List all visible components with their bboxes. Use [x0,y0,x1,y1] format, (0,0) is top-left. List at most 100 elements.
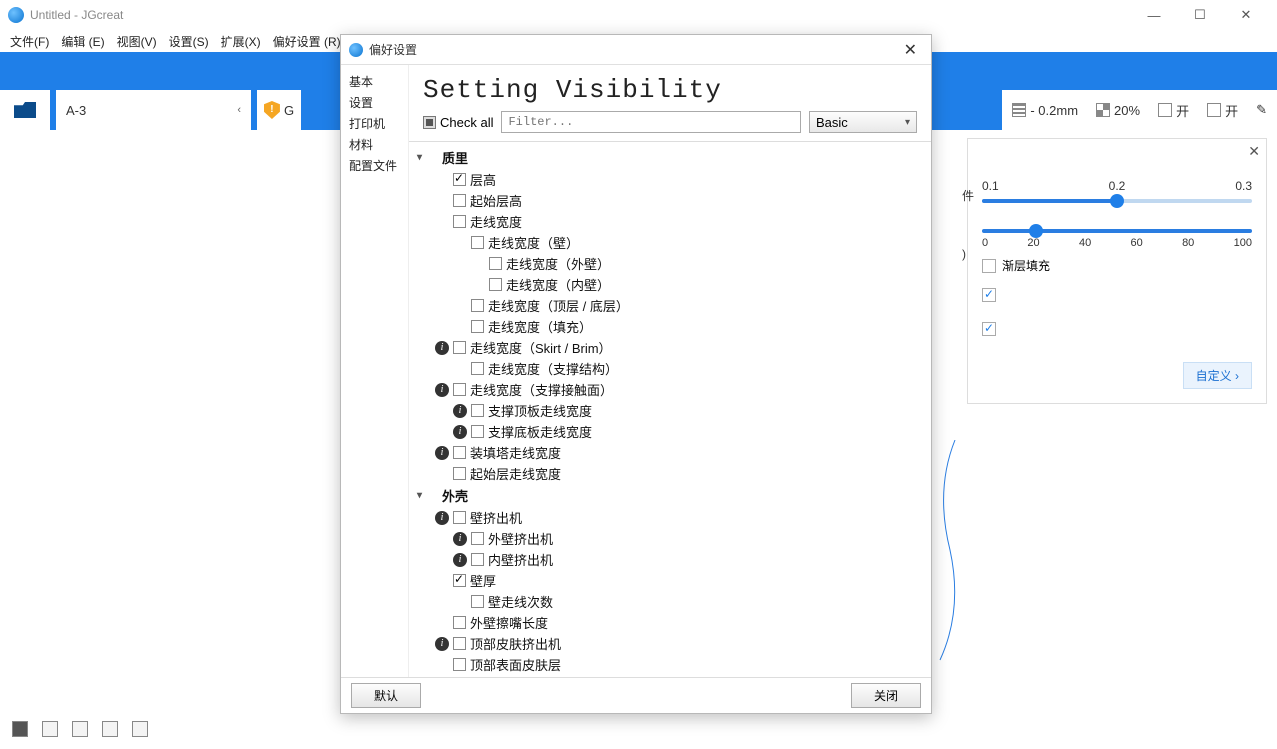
tree-item[interactable]: i外壁挤出机 [413,528,931,549]
slider-2-track[interactable] [982,229,1252,233]
setting-checkbox[interactable] [453,341,466,354]
infill-icon [1096,103,1110,117]
sidebar-item-4[interactable]: 配置文件 [345,155,404,176]
setting-checkbox[interactable] [471,236,484,249]
menu-item-4[interactable]: 扩展(X) [215,31,267,52]
slider-2-thumb[interactable] [1029,224,1043,238]
close-button[interactable]: ✕ [1223,0,1269,30]
infill-button[interactable]: 20% [1096,103,1140,118]
tree-item[interactable]: 走线宽度 [413,211,931,232]
tree-group-header[interactable]: ▾质里 [413,146,931,169]
setting-checkbox[interactable] [471,320,484,333]
setting-checkbox[interactable] [471,299,484,312]
toggle-1[interactable]: 开 [1158,101,1189,120]
view-front-icon[interactable] [102,721,118,737]
panel-close-button[interactable]: ✕ [1248,143,1260,160]
tree-item[interactable]: i壁挤出机 [413,507,931,528]
setting-checkbox[interactable] [471,404,484,417]
menu-item-1[interactable]: 编辑 (E) [55,31,110,52]
tree-item[interactable]: 起始层高 [413,190,931,211]
tree-item[interactable]: i走线宽度（Skirt / Brim） [413,337,931,358]
setting-label: 走线宽度（填充） [488,317,592,336]
tree-item[interactable]: i装填塔走线宽度 [413,442,931,463]
tree-item[interactable]: i顶部皮肤挤出机 [413,633,931,654]
setting-checkbox[interactable] [471,425,484,438]
dialog-close-footer-button[interactable]: 关闭 [851,683,921,708]
option-checkbox-1[interactable] [982,288,996,302]
tree-item[interactable]: 外壁擦嘴长度 [413,612,931,633]
tree-item[interactable]: 起始层走线宽度 [413,463,931,484]
tree-item[interactable]: 走线宽度（壁） [413,232,931,253]
tree-item[interactable]: i内壁挤出机 [413,549,931,570]
setting-checkbox[interactable] [471,595,484,608]
tree-group-header[interactable]: ▾外壳 [413,484,931,507]
setting-label: 起始层走线宽度 [470,464,561,483]
toggle-2[interactable]: 开 [1207,101,1238,120]
tree-item[interactable]: 层高 [413,169,931,190]
slider-1-track[interactable] [982,199,1252,203]
open-file-button[interactable] [0,90,50,130]
dialog-close-button[interactable]: ✕ [898,40,923,60]
option-checkbox-2[interactable] [982,322,996,336]
tree-item[interactable]: i顶部/底部挤出机 [413,675,931,677]
settings-tree[interactable]: ▾质里层高起始层高走线宽度走线宽度（壁）走线宽度（外壁）走线宽度（内壁）走线宽度… [409,141,931,677]
setting-checkbox[interactable] [453,446,466,459]
minimize-button[interactable]: — [1131,0,1177,30]
check-all-checkbox[interactable]: Check all [423,115,493,130]
menu-item-5[interactable]: 偏好设置 (R) [267,31,347,52]
gradual-fill-checkbox[interactable] [982,259,996,273]
view-layers-icon[interactable] [72,721,88,737]
setting-checkbox[interactable] [453,215,466,228]
setting-checkbox[interactable] [453,194,466,207]
visibility-level-select[interactable]: Basic ▾ [809,111,917,133]
tree-item[interactable]: 走线宽度（外壁） [413,253,931,274]
sidebar-item-3[interactable]: 材料 [345,134,404,155]
setting-checkbox[interactable] [453,616,466,629]
setting-checkbox[interactable] [453,658,466,671]
menu-item-0[interactable]: 文件(F) [4,31,55,52]
gradual-fill-label: 渐层填充 [1002,257,1050,274]
menu-item-2[interactable]: 视图(V) [111,31,163,52]
customize-button[interactable]: 自定义 › [1183,362,1252,389]
setting-label: 顶部表面皮肤层 [470,655,561,674]
tree-item[interactable]: i走线宽度（支撑接触面） [413,379,931,400]
printer-select[interactable]: A-3 ‹ [56,90,251,130]
tree-item[interactable]: 走线宽度（顶层 / 底层） [413,295,931,316]
setting-checkbox[interactable] [453,637,466,650]
setting-checkbox[interactable] [471,362,484,375]
tree-item[interactable]: i 支撑顶板走线宽度 [413,400,931,421]
view-iso-icon[interactable] [132,721,148,737]
tree-item[interactable]: 壁走线次数 [413,591,931,612]
defaults-button[interactable]: 默认 [351,683,421,708]
tree-item[interactable]: 走线宽度（内壁） [413,274,931,295]
setting-checkbox[interactable] [489,278,502,291]
view-solid-icon[interactable] [12,721,28,737]
setting-checkbox[interactable] [471,532,484,545]
setting-checkbox[interactable] [453,574,466,587]
setting-checkbox[interactable] [453,511,466,524]
setting-checkbox[interactable] [453,467,466,480]
setting-checkbox[interactable] [453,383,466,396]
maximize-button[interactable]: ☐ [1177,0,1223,30]
setting-checkbox[interactable] [471,553,484,566]
tree-item[interactable]: i支撑底板走线宽度 [413,421,931,442]
setting-label: 支撑顶板走线宽度 [488,401,592,420]
info-icon: i [453,404,467,418]
edit-button[interactable]: ✎ [1256,102,1267,118]
setting-checkbox[interactable] [489,257,502,270]
filter-input[interactable] [501,111,801,133]
tree-item[interactable]: 壁厚 [413,570,931,591]
tree-item[interactable]: 顶部表面皮肤层 [413,654,931,675]
setting-checkbox[interactable] [453,173,466,186]
slider-1-thumb[interactable] [1110,194,1124,208]
tree-item[interactable]: 走线宽度（填充） [413,316,931,337]
tree-item[interactable]: 走线宽度（支撑结构） [413,358,931,379]
material-indicator[interactable]: G [257,90,301,130]
sidebar-item-0[interactable]: 基本 [345,71,404,92]
sidebar-item-1[interactable]: 设置 [345,92,404,113]
sidebar-item-2[interactable]: 打印机 [345,113,404,134]
layer-height-button[interactable]: - 0.2mm [1012,103,1078,118]
view-xray-icon[interactable] [42,721,58,737]
menu-item-3[interactable]: 设置(S) [163,31,215,52]
decorative-curve [935,440,965,670]
